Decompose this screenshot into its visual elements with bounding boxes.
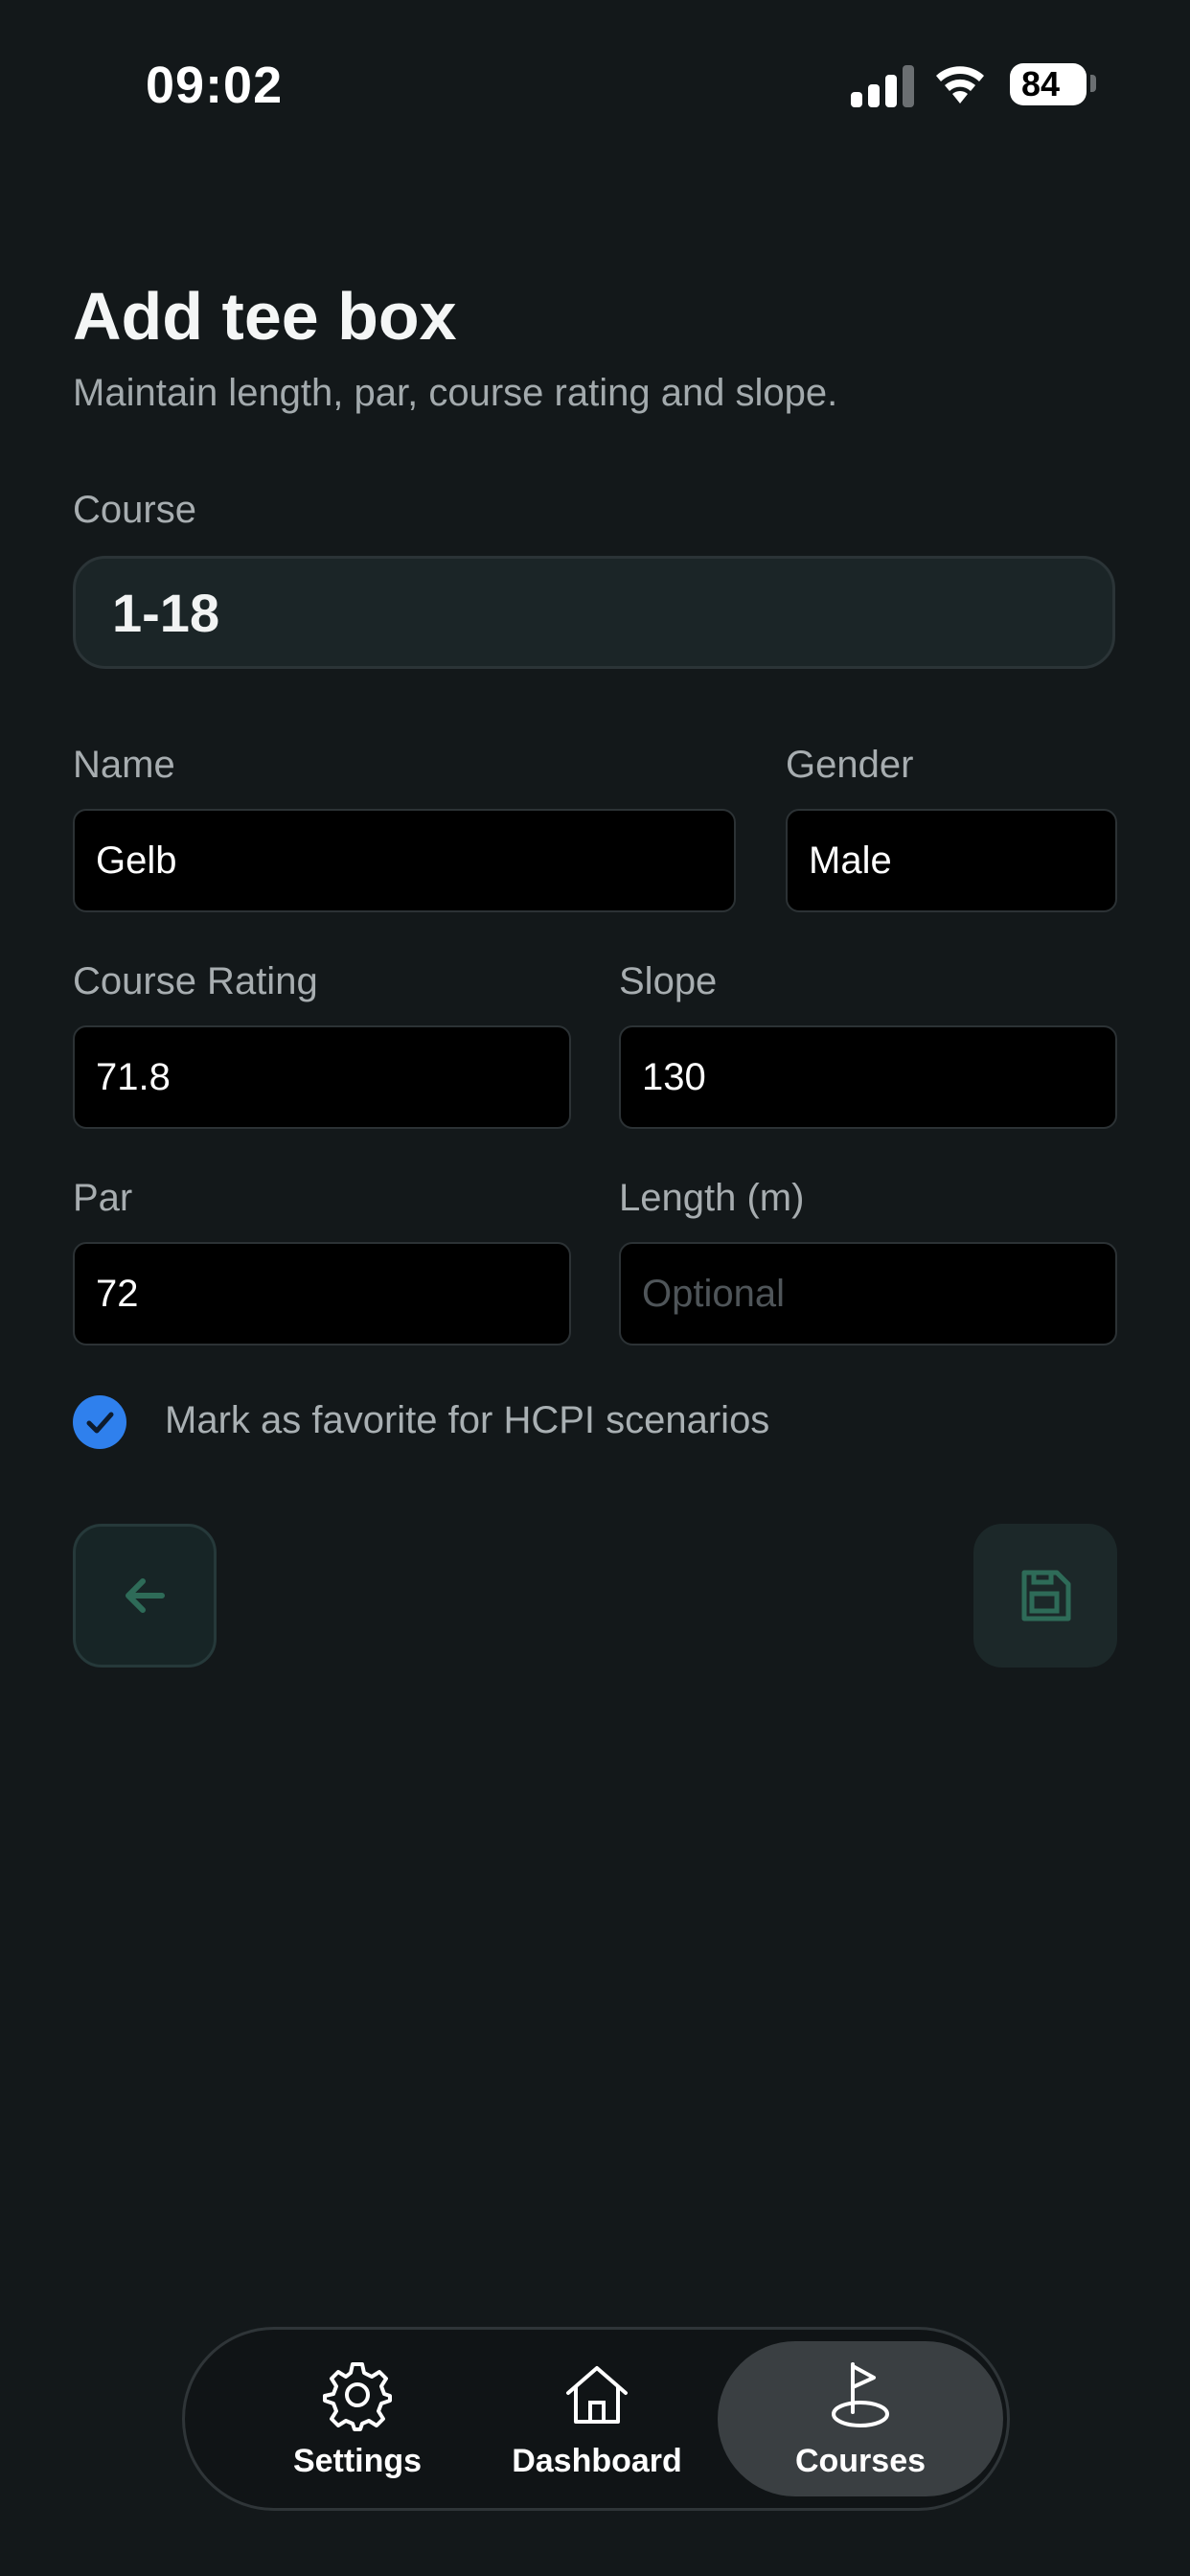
tab-courses-label: Courses <box>794 2442 927 2479</box>
arrow-left-icon <box>126 1578 165 1613</box>
name-field[interactable]: Gelb <box>73 809 736 912</box>
battery-tip <box>1090 75 1096 92</box>
checkmark-icon <box>86 1412 114 1434</box>
tab-dashboard[interactable]: Dashboard <box>482 2330 712 2508</box>
gender-field[interactable]: Male <box>786 809 1117 912</box>
back-button[interactable] <box>73 1524 217 1668</box>
tab-settings[interactable]: Settings <box>242 2330 472 2508</box>
name-value: Gelb <box>96 839 177 882</box>
gender-value: Male <box>809 839 892 882</box>
par-field[interactable]: 72 <box>73 1242 571 1346</box>
wifi-icon <box>936 66 984 104</box>
course-rating-value: 71.8 <box>96 1055 171 1098</box>
tab-dashboard-label: Dashboard <box>512 2442 682 2479</box>
favorite-label: Mark as favorite for HCPI scenarios <box>165 1399 770 1441</box>
tab-settings-label: Settings <box>292 2442 423 2479</box>
cellular-signal-icon <box>851 65 914 107</box>
course-rating-field[interactable]: 71.8 <box>73 1025 571 1129</box>
battery-indicator: 84 <box>1010 63 1087 105</box>
course-rating-label: Course Rating <box>73 960 318 1002</box>
page-subtitle: Maintain length, par, course rating and … <box>73 372 838 414</box>
floppy-disk-icon <box>1021 1570 1071 1622</box>
par-label: Par <box>73 1177 133 1219</box>
tab-courses[interactable]: Courses <box>718 2330 1003 2508</box>
page-title: Add tee box <box>73 279 457 354</box>
home-icon <box>566 2365 628 2424</box>
course-label: Course <box>73 489 196 531</box>
slope-value: 130 <box>642 1055 706 1098</box>
flag-icon <box>832 2361 889 2427</box>
course-value: 1-18 <box>112 582 220 643</box>
course-select[interactable]: 1-18 <box>73 556 1115 669</box>
screen: 09:02 84 Add tee box Maintain length, pa… <box>0 0 1190 2576</box>
length-input[interactable] <box>642 1272 1115 1316</box>
length-field[interactable] <box>619 1242 1117 1346</box>
par-value: 72 <box>96 1272 139 1315</box>
slope-field[interactable]: 130 <box>619 1025 1117 1129</box>
slope-label: Slope <box>619 960 718 1002</box>
favorite-checkbox[interactable] <box>73 1395 126 1449</box>
status-time: 09:02 <box>146 57 284 114</box>
name-label: Name <box>73 744 175 786</box>
gear-icon <box>323 2361 392 2431</box>
save-button[interactable] <box>973 1524 1117 1668</box>
length-label: Length (m) <box>619 1177 805 1219</box>
gender-label: Gender <box>786 744 914 786</box>
tab-bar: Settings Dashboard Courses <box>182 2327 1010 2511</box>
